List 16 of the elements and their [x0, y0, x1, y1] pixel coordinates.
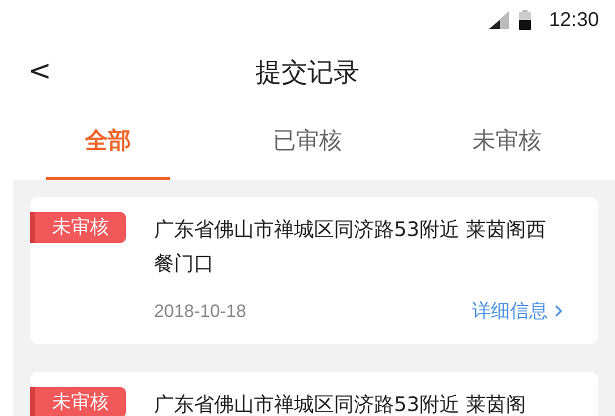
record-date: 2018-10-18: [154, 300, 246, 322]
status-badge: 未审核: [30, 387, 126, 416]
record-card[interactable]: 未审核 广东省佛山市禅城区同济路53附近 莱茵阁: [30, 372, 598, 416]
page-title: 提交记录: [256, 56, 360, 90]
chevron-icon: [554, 304, 564, 318]
clock: 12:30: [548, 8, 599, 32]
status-badge: 未审核: [30, 212, 126, 243]
record-title: 广东省佛山市禅城区同济路53附近 莱茵阁: [154, 391, 527, 416]
record-card[interactable]: 未审核 广东省佛山市禅城区同济路53附近 莱茵阁西餐门口 2018-10-18 详细信息: [30, 197, 598, 344]
signal-icon: [488, 11, 509, 29]
tab[interactable]: 未审核: [445, 104, 570, 180]
tab[interactable]: 已审核: [246, 104, 370, 180]
battery-icon: [518, 10, 531, 30]
details-link[interactable]: 详细信息: [472, 298, 564, 324]
back-button[interactable]: <: [22, 54, 58, 87]
record-title: 广东省佛山市禅城区同济路53附近 莱茵阁西餐门口: [154, 216, 547, 277]
